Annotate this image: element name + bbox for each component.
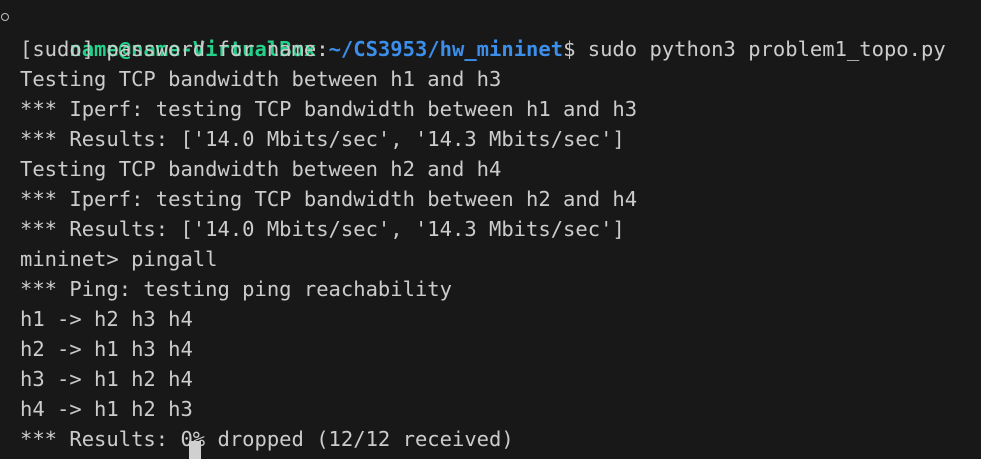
results-text: *** Results: 0% dropped (12/12 received) — [20, 427, 514, 451]
output-line: h2 -> h1 h3 h4 — [20, 337, 193, 361]
output-line: *** Ping: testing ping reachability — [20, 277, 452, 301]
output-line: *** Iperf: testing TCP bandwidth between… — [20, 97, 638, 121]
output-line: [sudo] password for name: — [20, 37, 329, 61]
output-line: *** Iperf: testing TCP bandwidth between… — [20, 187, 638, 211]
output-line: h4 -> h1 h2 h3 — [20, 397, 193, 421]
terminal-window[interactable]: name@name-VirtualBox:~/CS3953/hw_mininet… — [0, 0, 981, 459]
text-cursor[interactable] — [189, 441, 201, 459]
prompt-line: name@name-VirtualBox:~/CS3953/hw_mininet… — [0, 4, 981, 61]
output-line: *** Results: 0% dropped (12/12 received) — [0, 424, 981, 459]
command-status-circle-icon[interactable] — [1, 13, 9, 21]
output-line: Testing TCP bandwidth between h1 and h3 — [20, 67, 502, 91]
output-line: h3 -> h1 h2 h4 — [20, 367, 193, 391]
output-line: Testing TCP bandwidth between h2 and h4 — [20, 157, 502, 181]
output-line: h1 -> h2 h3 h4 — [20, 307, 193, 331]
output-line: mininet> pingall — [20, 247, 218, 271]
cursor-container — [189, 438, 201, 459]
output-line: *** Results: ['14.0 Mbits/sec', '14.3 Mb… — [20, 217, 625, 241]
output-line: *** Results: ['14.0 Mbits/sec', '14.3 Mb… — [20, 127, 625, 151]
